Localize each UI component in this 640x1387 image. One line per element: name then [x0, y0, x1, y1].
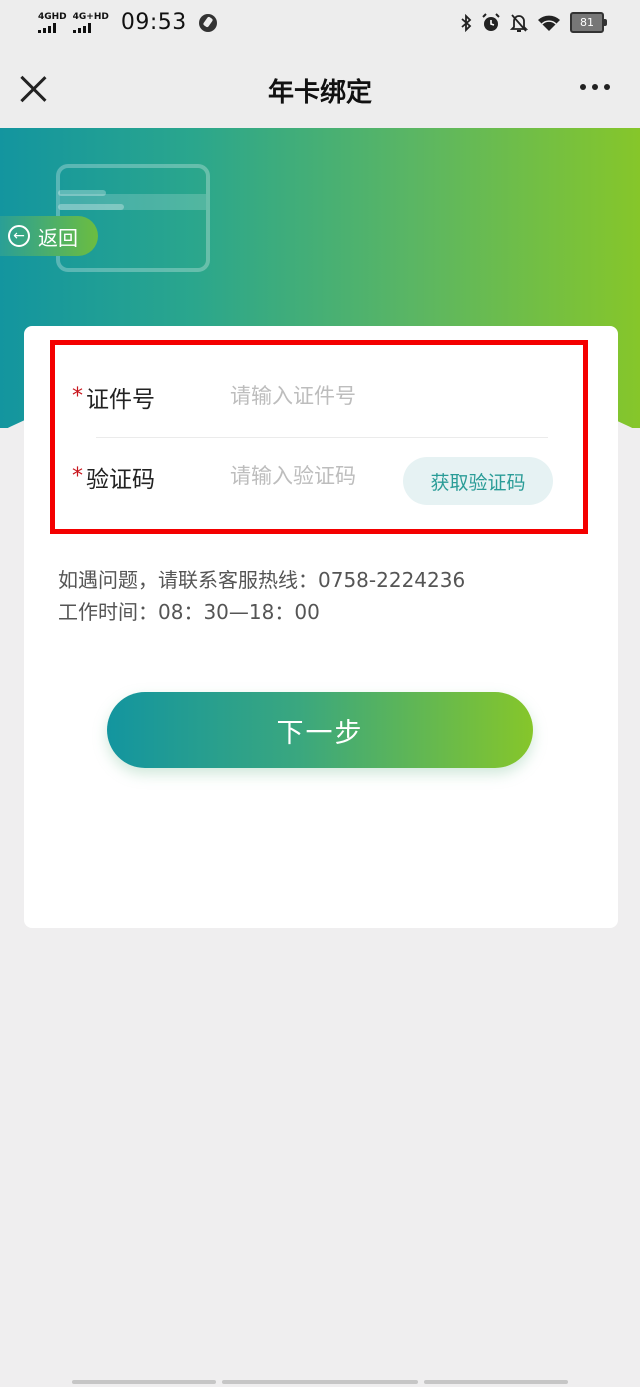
card-line: [58, 204, 124, 210]
back-label: 返回: [38, 225, 78, 250]
binding-form-card: * 证件号 * 验证码 获取验证码 如遇问题，请联系客服热线：0758-2224…: [24, 326, 618, 928]
battery-level: 81: [580, 16, 594, 29]
bottom-indicator: [222, 1380, 418, 1384]
bottom-indicator: [424, 1380, 568, 1384]
back-button[interactable]: ← 返回: [0, 216, 98, 256]
back-arrow-icon: ←: [8, 225, 30, 247]
clock: 09:53: [120, 10, 187, 35]
work-hours-text: 工作时间：08：30—18：00: [58, 600, 320, 624]
more-icon[interactable]: [580, 84, 610, 90]
verification-code-input[interactable]: [230, 456, 390, 496]
status-left: 4GHD 4G+HD 09:53: [38, 10, 217, 35]
nav-bar: 年卡绑定: [0, 50, 640, 128]
get-code-button[interactable]: 获取验证码: [403, 457, 553, 505]
network-2: 4G+HD: [72, 12, 109, 33]
verification-code-row: * 验证码 获取验证码: [72, 440, 553, 520]
status-right: 81: [460, 12, 607, 33]
bottom-indicator: [72, 1380, 216, 1384]
network-2-label: 4G+HD: [72, 12, 109, 22]
battery-icon: 81: [570, 12, 607, 33]
network-1: 4GHD: [38, 12, 67, 33]
wifi-icon: [538, 15, 560, 31]
page-title: 年卡绑定: [267, 78, 372, 108]
signal-icon: [72, 23, 91, 33]
compass-icon: [198, 13, 217, 32]
verification-code-label: 验证码: [86, 467, 155, 493]
bell-off-icon: [510, 13, 528, 32]
alarm-icon: [482, 12, 500, 31]
next-button[interactable]: 下一步: [107, 692, 533, 768]
required-mark: *: [72, 384, 83, 409]
signal-icon: [38, 23, 56, 33]
help-notice: 如遇问题，请联系客服热线：0758-2224236 工作时间：08：30—18：…: [58, 564, 465, 628]
row-divider: [96, 437, 548, 438]
required-mark: *: [72, 464, 83, 489]
network-1-label: 4GHD: [38, 12, 67, 22]
card-line: [58, 190, 106, 196]
bluetooth-icon: [461, 13, 472, 32]
id-number-label: 证件号: [86, 387, 155, 413]
id-number-row: * 证件号: [72, 360, 552, 440]
status-bar: 4GHD 4G+HD 09:53 81: [0, 0, 640, 50]
id-number-input[interactable]: [230, 376, 530, 416]
hotline-text: 如遇问题，请联系客服热线：0758-2224236: [58, 568, 466, 592]
